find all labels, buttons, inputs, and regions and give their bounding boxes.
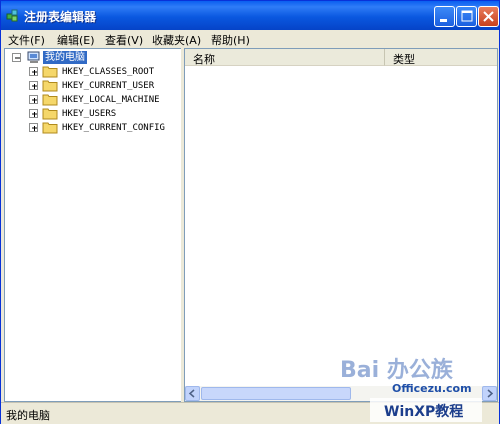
title-bar[interactable]: 注册表编辑器 [1, 1, 499, 30]
officezu-watermark: Officezu.com [392, 382, 472, 395]
scroll-left-button[interactable] [185, 386, 200, 401]
folder-icon [42, 108, 58, 120]
scroll-right-button[interactable] [482, 386, 497, 401]
column-name-label: 名称 [193, 53, 215, 66]
winxp-watermark: WinXP教程 [384, 404, 464, 420]
menu-favorites[interactable]: 收藏夹(A) [152, 32, 201, 48]
expand-plus-icon[interactable] [29, 67, 38, 76]
menu-bar: 文件(F) 编辑(E) 查看(V) 收藏夹(A) 帮助(H) [1, 30, 499, 48]
menu-file[interactable]: 文件(F) [8, 32, 45, 48]
menu-help[interactable]: 帮助(H) [211, 32, 250, 48]
expand-plus-icon[interactable] [29, 109, 38, 118]
tree-key-label[interactable]: HKEY_CURRENT_CONFIG [62, 121, 165, 135]
expand-plus-icon[interactable] [29, 95, 38, 104]
maximize-button[interactable] [456, 6, 477, 27]
close-button[interactable] [478, 6, 499, 27]
expand-plus-icon[interactable] [29, 81, 38, 90]
tree-key-row[interactable]: HKEY_CURRENT_CONFIG [5, 121, 181, 135]
tree-key-row[interactable]: HKEY_CURRENT_USER [5, 79, 181, 93]
column-header-type[interactable]: 类型 [385, 49, 497, 66]
folder-icon [42, 122, 58, 134]
minimize-icon [440, 19, 447, 22]
minimize-button[interactable] [434, 6, 455, 27]
collapse-minus-icon[interactable] [12, 53, 21, 62]
tree-key-row[interactable]: HKEY_CLASSES_ROOT [5, 65, 181, 79]
tree-root[interactable]: 我的电脑 [5, 51, 181, 65]
tree-key-label[interactable]: HKEY_CLASSES_ROOT [62, 65, 154, 79]
chevron-right-icon [487, 389, 494, 398]
registry-app-icon [6, 9, 18, 22]
values-list[interactable]: 名称 类型 [184, 48, 498, 402]
status-text: 我的电脑 [6, 409, 50, 422]
menu-edit[interactable]: 编辑(E) [57, 32, 95, 48]
column-type-label: 类型 [393, 53, 415, 66]
menu-view[interactable]: 查看(V) [105, 32, 143, 48]
baidu-watermark: Bai 办公族 [340, 358, 453, 383]
folder-icon [42, 94, 58, 106]
chevron-left-icon [188, 389, 195, 398]
close-icon [483, 11, 494, 22]
folder-icon [42, 66, 58, 78]
tree-root-label[interactable]: 我的电脑 [43, 51, 87, 64]
tree-key-row[interactable]: HKEY_LOCAL_MACHINE [5, 93, 181, 107]
scroll-thumb[interactable] [201, 387, 351, 400]
computer-icon [27, 51, 40, 63]
expand-plus-icon[interactable] [29, 123, 38, 132]
registry-tree[interactable]: 我的电脑 HKEY_CLASSES_ROOT HKEY_CURRENT_USER… [4, 48, 182, 402]
folder-icon [42, 80, 58, 92]
window-title: 注册表编辑器 [24, 10, 97, 24]
tree-key-row[interactable]: HKEY_USERS [5, 107, 181, 121]
tree-key-label[interactable]: HKEY_CURRENT_USER [62, 79, 154, 93]
tree-key-label[interactable]: HKEY_USERS [62, 107, 116, 121]
tree-key-label[interactable]: HKEY_LOCAL_MACHINE [62, 93, 160, 107]
column-header-name[interactable]: 名称 [185, 49, 385, 66]
maximize-icon [461, 10, 473, 22]
